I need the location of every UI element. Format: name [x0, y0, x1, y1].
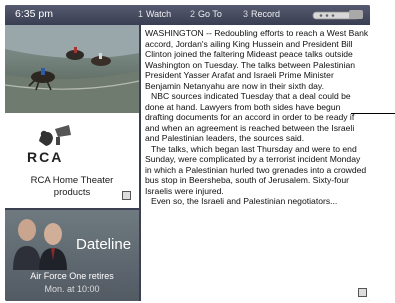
article-paragraph: The talks, which began last Thursday and…: [145, 143, 367, 196]
clock: 6:35 pm: [15, 8, 53, 20]
news-article-panel[interactable]: WASHINGTON -- Redoubling efforts to reac…: [141, 25, 370, 301]
article-body: WASHINGTON -- Redoubling efforts to reac…: [145, 28, 369, 207]
tv-interface-frame: 6:35 pm 1 Watch 2 Go To 3 Record RCA RCA…: [5, 5, 370, 301]
article-paragraph: Even so, the Israeli and Palestinian neg…: [151, 196, 338, 206]
rca-caption-line: RCA Home Theater: [30, 175, 114, 186]
tv-screen: 6:35 pm 1 Watch 2 Go To 3 Record RCA RCA…: [0, 0, 395, 303]
article-paragraph: WASHINGTON -- Redoubling efforts to reac…: [145, 28, 369, 91]
rca-ad-caption: RCA Home Theater products: [5, 175, 139, 199]
menu-watch[interactable]: 1 Watch: [138, 9, 171, 19]
remote-control-icon: [312, 10, 363, 20]
callout-line: [351, 113, 395, 114]
menu-label: Go To: [198, 9, 222, 19]
rca-ad-panel[interactable]: RCA RCA Home Theater products: [5, 113, 139, 210]
menu-label: Record: [251, 9, 281, 19]
rca-caption-line: products: [53, 187, 91, 198]
horse-racing-image: [5, 25, 139, 113]
dateline-promo-panel[interactable]: Dateline Air Force One retires Mon. at 1…: [5, 210, 139, 301]
menu-go-to[interactable]: 2 Go To: [190, 9, 222, 19]
menu-number: 3: [243, 9, 249, 19]
dateline-airtime: Mon. at 10:00: [44, 284, 100, 294]
menu-number: 1: [138, 9, 144, 19]
more-arrow-icon[interactable]: [122, 191, 131, 200]
rca-logo: RCA: [27, 149, 64, 165]
menu-label: Watch: [146, 9, 172, 19]
dateline-title: Air Force One retires: [30, 271, 114, 281]
more-arrow-icon[interactable]: [358, 288, 367, 297]
dog-and-gramophone-icon: [39, 125, 71, 146]
article-paragraph: NBC sources indicated Tuesday that a dea…: [145, 91, 355, 143]
menu-record[interactable]: 3 Record: [243, 9, 280, 19]
menu-number: 2: [190, 9, 196, 19]
top-menu-bar: 6:35 pm 1 Watch 2 Go To 3 Record: [5, 5, 370, 25]
dateline-logo: Dateline: [76, 236, 132, 253]
horse-racing-thumbnail[interactable]: [5, 25, 139, 113]
